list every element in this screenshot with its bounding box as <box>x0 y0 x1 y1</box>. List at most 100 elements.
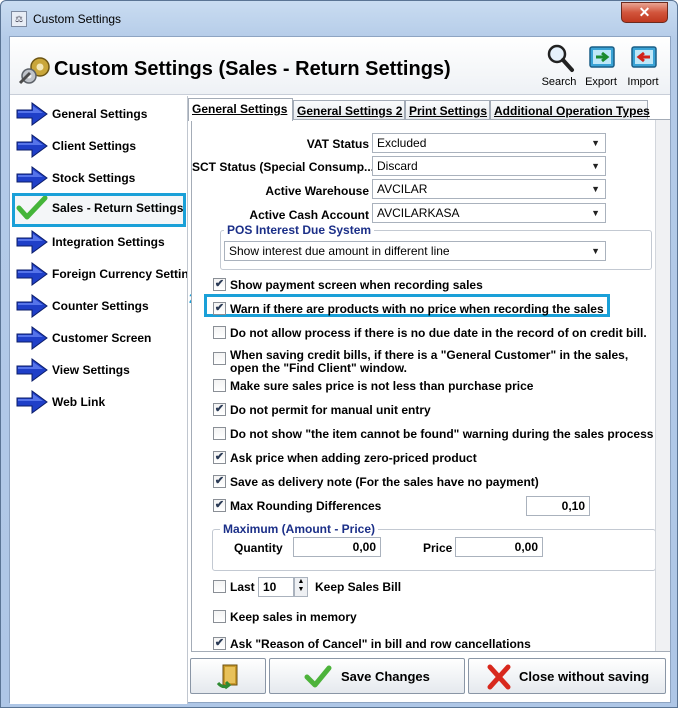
exit-door-icon <box>216 664 238 690</box>
arrow-right-icon <box>16 166 48 190</box>
import-button[interactable]: Import <box>622 41 664 91</box>
tab-print-settings[interactable]: Print Settings <box>405 100 490 120</box>
sidebar-item-label: Client Settings <box>52 139 137 153</box>
checkbox-box[interactable] <box>213 326 226 339</box>
checkbox-box[interactable]: ✔ <box>213 451 226 464</box>
app-icon: ⚖ <box>11 11 27 27</box>
sidebar-item-sales-return-settings[interactable]: Sales - Return Settings <box>12 193 186 227</box>
arrow-right-icon <box>16 294 48 318</box>
search-label: Search <box>541 76 577 88</box>
panel-vertical-scrollbar[interactable] <box>655 120 670 651</box>
general-settings-panel: VAT Status Excluded ▼ SCT Status (Specia… <box>191 119 670 652</box>
checkbox-label: Last <box>230 580 255 594</box>
active-warehouse-select[interactable]: AVCILAR ▼ <box>372 179 606 199</box>
checkbox-box[interactable] <box>213 352 226 365</box>
search-icon <box>547 44 574 72</box>
sidebar-item-foreign-currency-settings[interactable]: Foreign Currency Settings <box>12 259 188 289</box>
sidebar-item-label: Stock Settings <box>52 171 136 185</box>
pos-interest-value: Show interest due amount in different li… <box>229 244 450 258</box>
sct-status-value: Discard <box>377 159 418 173</box>
sidebar-item-label: View Settings <box>52 363 130 377</box>
checkbox-label: When saving credit bills, if there is a … <box>230 348 629 362</box>
max-rounding-input[interactable]: 0,10 <box>526 496 590 516</box>
sidebar-item-web-link[interactable]: Web Link <box>12 387 186 417</box>
active-cash-account-select[interactable]: AVCILARKASA ▼ <box>372 203 606 223</box>
chevron-down-icon: ▼ <box>591 246 600 256</box>
checkmark-icon <box>304 665 332 688</box>
checkbox-label: Max Rounding Differences <box>230 499 382 513</box>
price-input[interactable]: 0,00 <box>455 537 543 557</box>
sidebar-item-client-settings[interactable]: Client Settings <box>12 131 186 161</box>
quantity-input[interactable]: 0,00 <box>293 537 381 557</box>
checkbox-box[interactable]: ✔ <box>213 637 226 650</box>
last-sales-count-input[interactable]: 10 <box>258 577 294 597</box>
active-cash-account-label: Active Cash Account <box>249 208 369 222</box>
sidebar-item-customer-screen[interactable]: Customer Screen <box>12 323 186 353</box>
window-client: Custom Settings (Sales - Return Settings… <box>9 36 671 704</box>
tab-general-settings[interactable]: General Settings <box>188 98 293 121</box>
title-bar[interactable]: ⚖ Custom Settings ✕ <box>1 1 677 35</box>
sidebar-item-counter-settings[interactable]: Counter Settings <box>12 291 186 321</box>
vat-status-select[interactable]: Excluded ▼ <box>372 133 606 153</box>
sidebar-item-view-settings[interactable]: View Settings <box>12 355 186 385</box>
checkbox-box[interactable] <box>213 427 226 440</box>
sidebar-item-integration-settings[interactable]: Integration Settings <box>12 227 186 257</box>
maximum-title: Maximum (Amount - Price) <box>220 522 379 536</box>
window-title: Custom Settings <box>33 12 122 26</box>
arrow-right-icon <box>16 390 48 414</box>
arrow-right-icon <box>16 230 48 254</box>
chevron-down-icon: ▼ <box>591 184 600 194</box>
sidebar-item-stock-settings[interactable]: Stock Settings <box>12 163 186 193</box>
sidebar-item-general-settings[interactable]: General Settings <box>12 99 186 129</box>
last-sales-spinner[interactable]: ▲ ▼ <box>294 577 308 597</box>
arrow-right-icon <box>16 134 48 158</box>
tab-additional-operation-types[interactable]: Additional Operation Types <box>490 100 650 120</box>
red-x-icon <box>487 664 511 690</box>
save-changes-button[interactable]: Save Changes <box>269 658 465 694</box>
checkbox-box[interactable]: ✔ <box>213 475 226 488</box>
checkmark-icon <box>16 196 48 220</box>
export-icon <box>589 46 615 68</box>
checkbox-box[interactable]: ✔ <box>213 302 226 315</box>
export-label: Export <box>585 76 617 88</box>
sct-status-select[interactable]: Discard ▼ <box>372 156 606 176</box>
checkbox-label-line2: open the "Find Client" window. <box>230 361 407 375</box>
export-button[interactable]: Export <box>580 41 622 91</box>
checkbox-label: Ask "Reason of Cancel" in bill and row c… <box>230 637 531 651</box>
checkbox-box[interactable] <box>213 580 226 593</box>
arrow-right-icon <box>16 358 48 382</box>
vat-status-label: VAT Status <box>306 137 369 151</box>
sidebar-item-label: Customer Screen <box>52 331 152 345</box>
chevron-down-icon: ▼ <box>591 138 600 148</box>
pos-interest-select[interactable]: Show interest due amount in different li… <box>224 241 606 261</box>
checkbox-box[interactable] <box>213 379 226 392</box>
checkbox-box[interactable]: ✔ <box>213 403 226 416</box>
checkbox-label: Show payment screen when recording sales <box>230 278 483 292</box>
checkbox-label: Ask price when adding zero-priced produc… <box>230 451 477 465</box>
sct-status-label: SCT Status (Special Consump... <box>192 160 375 174</box>
settings-sidebar: General Settings Client Settings Stock S… <box>10 96 188 704</box>
tab-general-settings-2[interactable]: General Settings 2 <box>293 100 405 120</box>
sidebar-item-label: Integration Settings <box>52 235 165 249</box>
import-label: Import <box>627 76 659 88</box>
checkbox-label: Keep sales in memory <box>230 610 357 624</box>
quantity-label: Quantity <box>234 541 283 555</box>
sidebar-item-label: General Settings <box>52 107 148 121</box>
checkbox-label: Make sure sales price is not less than p… <box>230 379 534 393</box>
keep-sales-bill-label: Keep Sales Bill <box>315 580 402 594</box>
search-button[interactable]: Search <box>538 41 580 91</box>
close-without-saving-button[interactable]: Close without saving <box>468 658 666 694</box>
arrow-right-icon <box>16 262 48 286</box>
checkbox-box[interactable] <box>213 610 226 623</box>
close-without-saving-label: Close without saving <box>519 669 650 684</box>
close-icon[interactable]: ✕ <box>621 2 668 23</box>
checkbox-box[interactable]: ✔ <box>213 499 226 512</box>
checkbox-label: Do not allow process if there is no due … <box>230 326 647 340</box>
checkbox-label: Do not permit for manual unit entry <box>230 403 431 417</box>
checkbox-box[interactable]: ✔ <box>213 278 226 291</box>
exit-button[interactable] <box>190 658 266 694</box>
checkbox-label: Save as delivery note (For the sales hav… <box>230 475 539 489</box>
sidebar-item-label: Foreign Currency Settings <box>52 267 188 281</box>
chevron-down-icon: ▼ <box>591 208 600 218</box>
checkbox-label: Do not show "the item cannot be found" w… <box>230 427 654 441</box>
